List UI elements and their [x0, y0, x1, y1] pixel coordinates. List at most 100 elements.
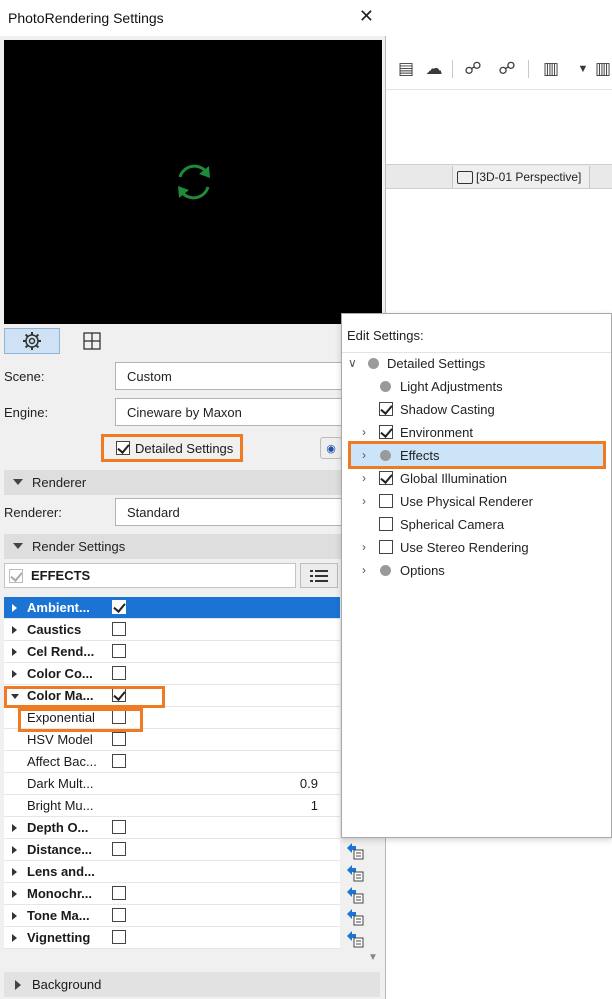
expand-arrow-icon[interactable] [12, 890, 17, 898]
chevron-right-icon[interactable]: › [362, 471, 366, 485]
effects-checkbox[interactable] [9, 568, 23, 583]
effects-highlight [348, 441, 606, 469]
tree-row-checkbox[interactable] [112, 666, 126, 680]
expand-arrow-icon[interactable] [12, 846, 17, 854]
expand-arrow-icon[interactable] [12, 604, 17, 612]
popup-item-checkbox[interactable] [379, 540, 393, 554]
tree-row-cel-render[interactable]: Cel Rend... [4, 641, 340, 663]
detailed-settings-label: Detailed Settings [135, 440, 234, 456]
edit-settings-popup: Edit Settings: ∨ Detailed Settings Light… [341, 313, 612, 838]
expand-arrow-icon[interactable] [12, 934, 17, 942]
chevron-right-icon[interactable]: › [362, 494, 366, 508]
tab-size[interactable] [64, 328, 120, 354]
popup-item-checkbox[interactable] [379, 517, 393, 531]
expand-arrow-icon[interactable] [12, 648, 17, 656]
tree-row-monochrome[interactable]: Monochr... [4, 883, 340, 905]
scene-dropdown[interactable]: Custom [115, 362, 345, 390]
expand-arrow-icon[interactable] [12, 626, 17, 634]
link-icon[interactable]: ☍ [460, 56, 486, 82]
tree-row-lens-and-glow[interactable]: Lens and... [4, 861, 340, 883]
background-section[interactable]: Background [4, 972, 380, 997]
renderer-section[interactable]: Renderer [4, 470, 344, 495]
tree-row-dark-multiplier[interactable]: Dark Mult... 0.9 [4, 773, 340, 795]
renderer-dropdown[interactable]: Standard [115, 498, 345, 526]
checkbox[interactable] [116, 441, 130, 455]
list-icon [310, 569, 328, 582]
tree-row-checkbox[interactable] [112, 622, 126, 636]
tree-row-checkbox[interactable] [112, 754, 126, 768]
edit-setting-icon[interactable] [346, 864, 364, 882]
expand-arrow-icon[interactable] [12, 912, 17, 920]
popup-item-light-adjustments[interactable]: Light Adjustments [342, 375, 611, 397]
tree-row-tone-mapping[interactable]: Tone Ma... [4, 905, 340, 927]
tree-row-checkbox[interactable] [112, 644, 126, 658]
furniture-icon[interactable]: ▥ [590, 56, 612, 82]
edit-setting-icon[interactable] [346, 886, 364, 904]
effects-header[interactable]: EFFECTS [4, 563, 296, 588]
tree-row-checkbox[interactable] [112, 886, 126, 900]
tree-row-hsv-model[interactable]: HSV Model [4, 729, 340, 751]
refresh-icon[interactable] [169, 157, 219, 207]
chevron-down-icon[interactable]: ∨ [348, 356, 357, 370]
tree-row-depth-of-field[interactable]: Depth O... [4, 817, 340, 839]
popup-item-checkbox[interactable] [379, 471, 393, 485]
scroll-down-icon[interactable]: ▼ [368, 952, 378, 963]
list-settings-button[interactable] [300, 563, 338, 588]
engine-dropdown[interactable]: Cineware by Maxon [115, 398, 345, 426]
tree-row-label: Color Co... [27, 666, 93, 681]
popup-item-shadow-casting[interactable]: Shadow Casting [342, 398, 611, 420]
edit-setting-icon[interactable] [346, 908, 364, 926]
edit-setting-icon[interactable] [346, 930, 364, 948]
unlink-icon[interactable]: ☍ [494, 56, 520, 82]
tree-row-distance-fog[interactable]: Distance... [4, 839, 340, 861]
eye-icon[interactable]: ◉ [320, 437, 342, 459]
renderer-section-title: Renderer [32, 475, 87, 490]
tree-row-vignetting[interactable]: Vignetting [4, 927, 340, 949]
popup-item-label: Global Illumination [400, 470, 507, 486]
chevron-right-icon[interactable]: › [362, 425, 366, 439]
tree-row-caustics[interactable]: Caustics [4, 619, 340, 641]
tree-row-checkbox[interactable] [112, 600, 126, 614]
popup-item-label: Detailed Settings [387, 355, 486, 371]
tree-row-checkbox[interactable] [112, 930, 126, 944]
expand-arrow-icon[interactable] [12, 824, 17, 832]
popup-item-options[interactable]: › Options [342, 559, 611, 581]
popup-item-checkbox[interactable] [379, 402, 393, 416]
popup-item-spherical-camera[interactable]: Spherical Camera [342, 513, 611, 535]
tree-row-bright-multiplier[interactable]: Bright Mu... 1 [4, 795, 340, 817]
tree-row-value[interactable]: 0.9 [300, 776, 318, 791]
chair-icon[interactable]: ▥ [538, 56, 564, 82]
view-tab-3d-perspective[interactable]: [3D-01 Perspective] [452, 166, 590, 188]
expand-arrow-icon[interactable] [12, 670, 17, 678]
popup-item-checkbox[interactable] [379, 425, 393, 439]
popup-item-environment[interactable]: › Environment [342, 421, 611, 443]
close-icon[interactable]: ✕ [359, 6, 374, 27]
popup-item-label: Shadow Casting [400, 401, 495, 417]
cloud-icon[interactable]: ☁ [421, 56, 447, 82]
tree-row-color-correction[interactable]: Color Co... [4, 663, 340, 685]
document-list-icon[interactable]: ▤ [393, 56, 419, 82]
popup-item-global-illumination[interactable]: › Global Illumination [342, 467, 611, 489]
tab-settings[interactable] [4, 328, 60, 354]
popup-item-use-physical-renderer[interactable]: › Use Physical Renderer [342, 490, 611, 512]
popup-item-use-stereo-rendering[interactable]: › Use Stereo Rendering [342, 536, 611, 558]
popup-item-detailed-settings[interactable]: ∨ Detailed Settings [342, 352, 611, 374]
popup-item-checkbox[interactable] [379, 494, 393, 508]
tree-row-value[interactable]: 1 [311, 798, 318, 813]
gear-icon [23, 332, 41, 350]
tree-row-checkbox[interactable] [112, 908, 126, 922]
tree-row-checkbox[interactable] [112, 820, 126, 834]
chevron-right-icon[interactable]: › [362, 563, 366, 577]
detailed-settings-checkbox[interactable]: Detailed Settings [101, 434, 243, 462]
tree-row-checkbox[interactable] [112, 732, 126, 746]
tree-row-ambient[interactable]: Ambient... [4, 597, 340, 619]
tree-row-affect-background[interactable]: Affect Bac... [4, 751, 340, 773]
render-settings-section[interactable]: Render Settings [4, 534, 344, 559]
group-dot-icon [380, 564, 391, 576]
chevron-right-icon[interactable]: › [362, 540, 366, 554]
tree-row-checkbox[interactable] [112, 842, 126, 856]
exponential-highlight [18, 708, 143, 732]
expand-arrow-icon[interactable] [12, 868, 17, 876]
tree-row-label: Caustics [27, 622, 82, 637]
edit-setting-icon[interactable] [346, 842, 364, 860]
